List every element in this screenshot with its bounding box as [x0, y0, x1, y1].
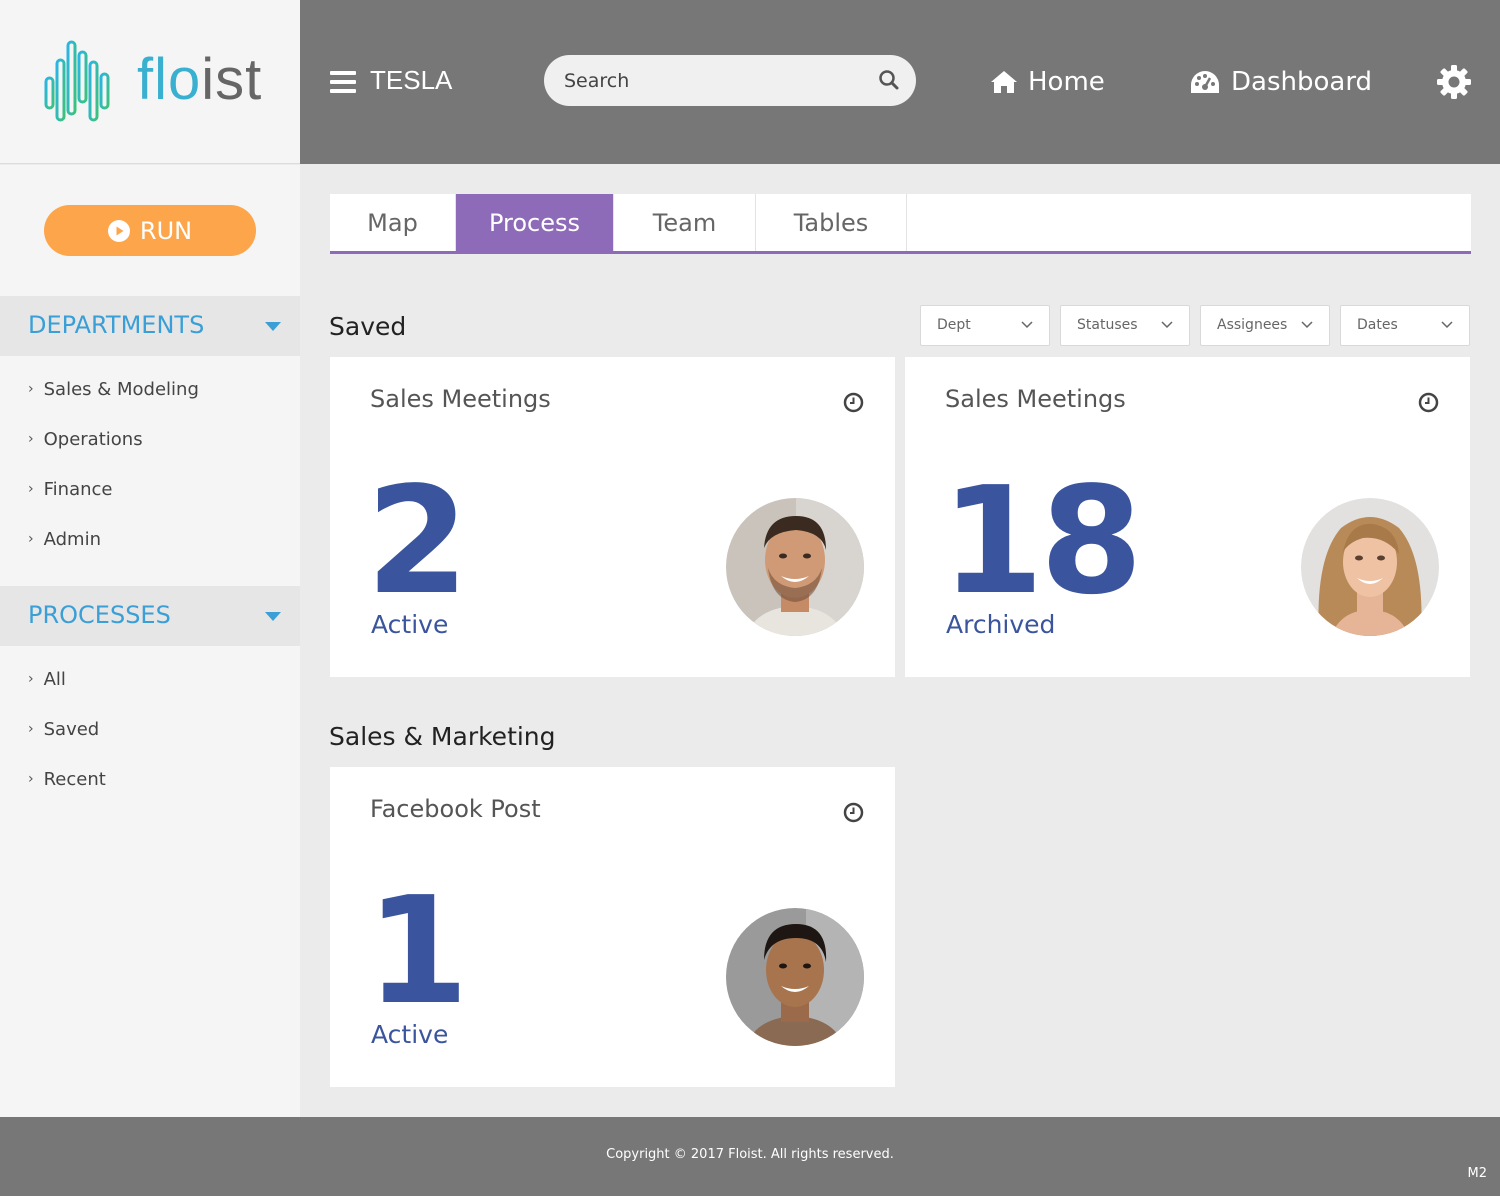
chevron-right-icon: ›: [28, 431, 34, 447]
run-button[interactable]: RUN: [44, 205, 256, 256]
card-title: Sales Meetings: [370, 385, 551, 413]
chevron-right-icon: ›: [28, 531, 34, 547]
home-icon: [991, 71, 1017, 93]
dashboard-icon: [1191, 71, 1219, 93]
processes-header[interactable]: PROCESSES: [0, 586, 300, 646]
top-bar: TESLA Home Dashboard: [300, 0, 1500, 164]
sidebar-item-admin[interactable]: › Admin: [28, 524, 101, 554]
brand-name: floist: [137, 46, 262, 113]
caret-down-icon: [265, 612, 281, 621]
clock-icon[interactable]: [1418, 392, 1439, 413]
sidebar-item-label: Admin: [43, 528, 101, 550]
section-title-sales-marketing: Sales & Marketing: [329, 722, 556, 751]
process-card[interactable]: Sales Meetings 2 Active: [330, 357, 895, 677]
filter-label: Assignees: [1217, 317, 1288, 333]
card-count: 2: [366, 455, 469, 627]
filter-label: Dates: [1357, 317, 1398, 333]
logo-area: floist: [0, 0, 300, 164]
card-status: Archived: [946, 610, 1056, 639]
sidebar-item-recent[interactable]: › Recent: [28, 764, 106, 794]
filter-label: Statuses: [1077, 317, 1138, 333]
brand-name-part1: flo: [137, 47, 202, 112]
departments-title: DEPARTMENTS: [28, 311, 205, 339]
gear-icon[interactable]: [1436, 64, 1472, 100]
card-status: Active: [371, 1020, 449, 1049]
card-title: Facebook Post: [370, 795, 541, 823]
sidebar-item-all[interactable]: › All: [28, 664, 66, 694]
process-card[interactable]: Sales Meetings 18 Archived: [905, 357, 1470, 677]
section-title-saved: Saved: [329, 312, 407, 341]
card-count: 18: [941, 455, 1143, 627]
clock-icon[interactable]: [843, 392, 864, 413]
chevron-down-icon: [1021, 321, 1033, 329]
nav-home-label: Home: [1028, 67, 1105, 97]
nav-dashboard-link[interactable]: Dashboard: [1189, 62, 1372, 102]
chevron-down-icon: [1301, 321, 1313, 329]
sidebar-item-finance[interactable]: › Finance: [28, 474, 112, 504]
chevron-right-icon: ›: [28, 771, 34, 787]
run-button-label: RUN: [139, 216, 193, 245]
waveform-logo-icon: [44, 40, 110, 122]
avatar: [726, 908, 864, 1046]
sidebar-item-label: Sales & Modeling: [43, 378, 199, 400]
filter-dept[interactable]: Dept: [920, 305, 1050, 346]
nav-dashboard-label: Dashboard: [1231, 67, 1373, 97]
departments-header[interactable]: DEPARTMENTS: [0, 296, 300, 356]
chevron-down-icon: [1161, 321, 1173, 329]
process-card[interactable]: Facebook Post 1 Active: [330, 767, 895, 1087]
search-input[interactable]: [564, 55, 864, 106]
tab-process[interactable]: Process: [456, 194, 614, 251]
search-box: [544, 55, 916, 106]
tab-tables[interactable]: Tables: [756, 194, 907, 251]
sidebar-item-label: Saved: [43, 718, 100, 740]
tab-map[interactable]: Map: [330, 194, 456, 251]
clock-icon[interactable]: [843, 802, 864, 823]
footer: Copyright © 2017 Floist. All rights rese…: [0, 1117, 1500, 1196]
sidebar-item-sales-modeling[interactable]: › Sales & Modeling: [28, 374, 199, 404]
card-title: Sales Meetings: [945, 385, 1126, 413]
chevron-right-icon: ›: [28, 381, 34, 397]
chevron-right-icon: ›: [28, 721, 34, 737]
avatar: [1301, 498, 1439, 636]
avatar: [726, 498, 864, 636]
filter-statuses[interactable]: Statuses: [1060, 305, 1190, 346]
sidebar-item-label: All: [43, 668, 66, 690]
filter-assignees[interactable]: Assignees: [1200, 305, 1330, 346]
sidebar-item-label: Recent: [43, 768, 106, 790]
sidebar-item-label: Operations: [43, 428, 143, 450]
menu-icon[interactable]: [330, 71, 356, 93]
nav-home-link[interactable]: Home: [990, 62, 1105, 102]
org-name: TESLA: [370, 65, 453, 95]
play-circle-icon: [107, 219, 130, 242]
filter-dates[interactable]: Dates: [1340, 305, 1470, 346]
card-status: Active: [371, 610, 449, 639]
brand-name-part2: ist: [201, 47, 263, 112]
chevron-down-icon: [1441, 321, 1453, 329]
sidebar-item-operations[interactable]: › Operations: [28, 424, 143, 454]
tab-team[interactable]: Team: [614, 194, 756, 251]
sidebar: RUN DEPARTMENTS › Sales & Modeling › Opera…: [0, 165, 300, 1117]
caret-down-icon: [265, 322, 281, 331]
sidebar-item-label: Finance: [43, 478, 113, 500]
processes-title: PROCESSES: [28, 601, 171, 629]
card-count: 1: [366, 865, 469, 1037]
version-label: M2: [1467, 1166, 1488, 1181]
chevron-right-icon: ›: [28, 481, 34, 497]
tab-bar: Map Process Team Tables: [330, 194, 1471, 254]
copyright-text: Copyright © 2017 Floist. All rights rese…: [606, 1147, 894, 1162]
search-icon[interactable]: [878, 69, 900, 91]
sidebar-item-saved[interactable]: › Saved: [28, 714, 99, 744]
chevron-right-icon: ›: [28, 671, 34, 687]
filter-label: Dept: [937, 317, 971, 333]
